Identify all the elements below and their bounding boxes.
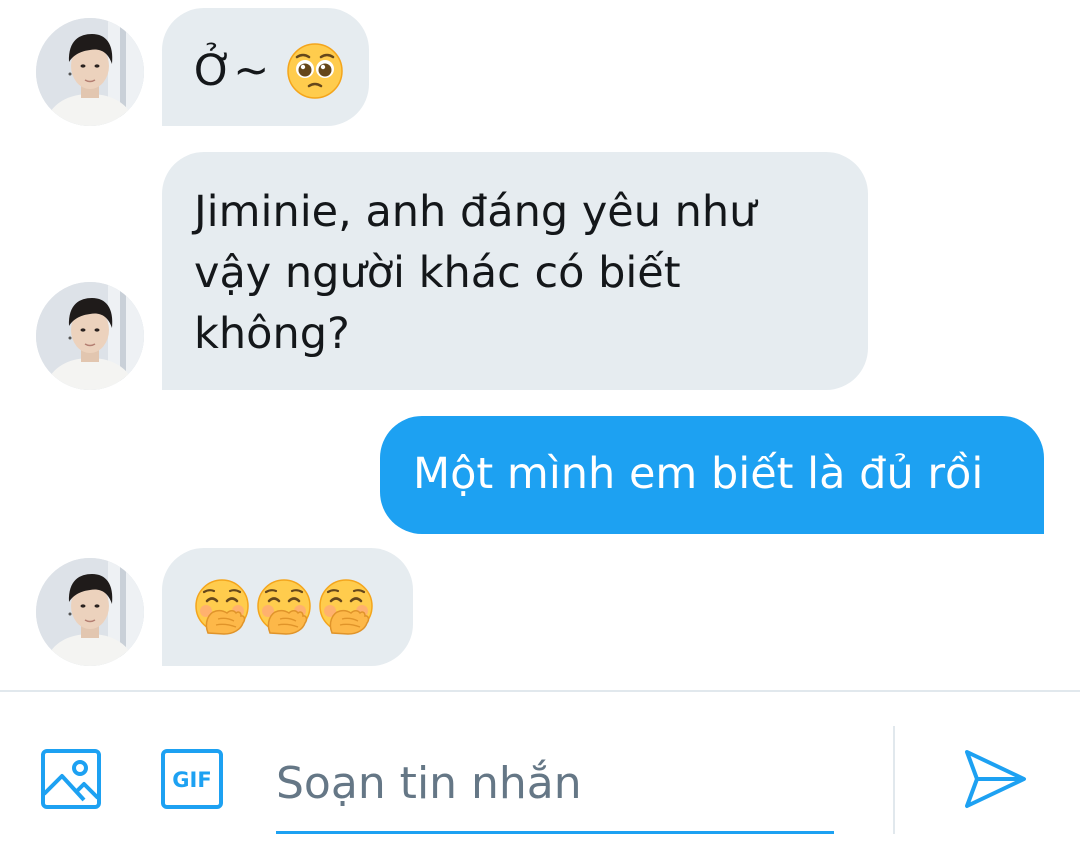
message-bubble-outgoing[interactable]: Một mình em biết là đủ rồi [380, 416, 1044, 534]
hand-over-mouth-face-icon [318, 579, 374, 635]
avatar-photo [36, 282, 144, 390]
gif-icon: GIF [161, 749, 223, 809]
send-button[interactable] [962, 748, 1028, 810]
message-composer: GIF [0, 690, 1080, 862]
message-bubble-incoming[interactable] [162, 548, 413, 666]
message-text: Một mình em biết là đủ rồi [413, 449, 984, 499]
avatar-photo [36, 18, 144, 126]
send-icon [965, 750, 1026, 808]
sender-avatar[interactable] [36, 558, 144, 666]
hand-over-mouth-face-icon [256, 579, 312, 635]
gif-label: GIF [172, 768, 211, 792]
sender-avatar[interactable] [36, 282, 144, 390]
pleading-face-icon [287, 43, 343, 99]
message-text: Ở~ [194, 45, 270, 96]
message-text: Jiminie, anh đáng yêu như vậy người khác… [194, 187, 757, 359]
message-input[interactable] [276, 736, 834, 834]
avatar-photo [36, 558, 144, 666]
composer-divider [893, 726, 895, 834]
image-icon [41, 749, 101, 809]
add-image-button[interactable] [40, 748, 102, 810]
message-bubble-incoming[interactable]: Ở~ [162, 8, 369, 126]
message-bubble-incoming[interactable]: Jiminie, anh đáng yêu như vậy người khác… [162, 152, 868, 390]
sender-avatar[interactable] [36, 18, 144, 126]
hand-over-mouth-face-icon [194, 579, 250, 635]
add-gif-button[interactable]: GIF [160, 748, 224, 810]
